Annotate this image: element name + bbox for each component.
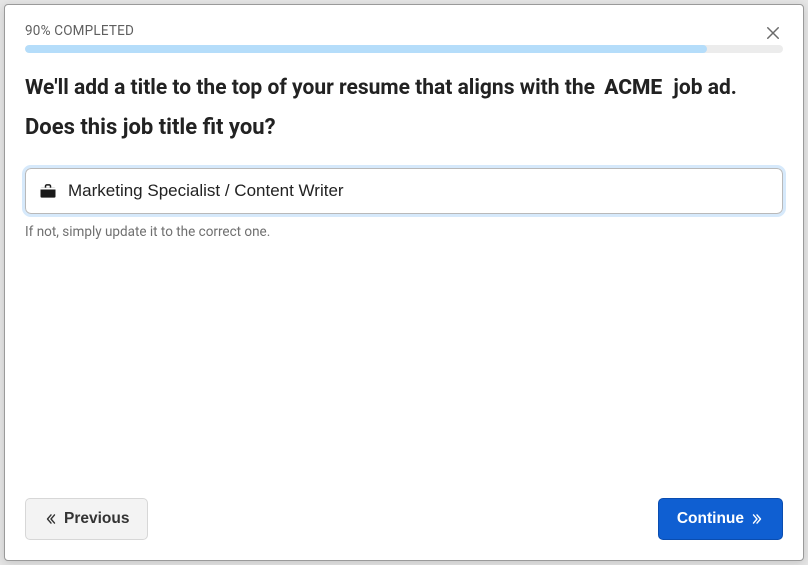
previous-button[interactable]: Previous xyxy=(25,498,148,540)
subheading: Does this job title fit you? xyxy=(25,115,783,140)
close-button[interactable] xyxy=(761,21,785,45)
progress-bar xyxy=(25,45,783,53)
previous-button-label: Previous xyxy=(64,510,129,528)
modal-backdrop: 90% COMPLETED We'll add a title to the t… xyxy=(0,0,808,565)
continue-button[interactable]: Continue xyxy=(658,498,783,540)
heading: We'll add a title to the top of your res… xyxy=(25,73,783,103)
job-title-input[interactable] xyxy=(68,169,770,213)
progress-fill xyxy=(25,45,707,53)
progress-label: 90% COMPLETED xyxy=(25,23,783,39)
heading-company: ACME xyxy=(600,76,668,100)
close-icon xyxy=(764,24,782,42)
continue-button-label: Continue xyxy=(677,510,744,528)
modal-footer: Previous Continue xyxy=(5,482,803,560)
chevron-left-double-icon xyxy=(44,512,58,526)
heading-prefix: We'll add a title to the top of your res… xyxy=(25,76,600,100)
helper-text: If not, simply update it to the correct … xyxy=(25,224,783,240)
job-title-input-wrap[interactable] xyxy=(25,168,783,214)
chevron-right-double-icon xyxy=(750,512,764,526)
heading-suffix: job ad. xyxy=(673,76,737,100)
job-title-modal: 90% COMPLETED We'll add a title to the t… xyxy=(4,4,804,561)
briefcase-icon xyxy=(38,181,58,201)
modal-content: 90% COMPLETED We'll add a title to the t… xyxy=(5,5,803,482)
